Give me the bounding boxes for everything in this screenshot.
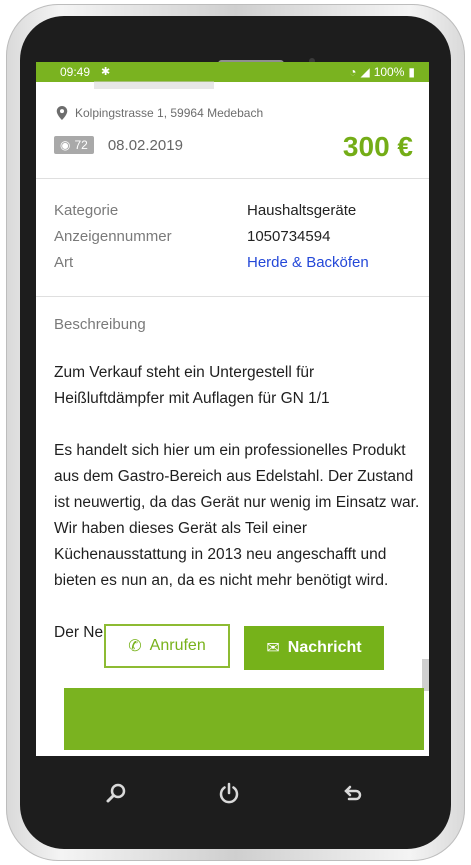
status-right: ◔ ◢ 100% ▮	[349, 65, 415, 79]
message-label: Nachricht	[287, 639, 362, 656]
back-icon[interactable]	[336, 776, 370, 810]
location-text: Kolpingstrasse 1, 59964 Medebach	[75, 106, 264, 120]
eye-icon: ◉	[60, 138, 71, 152]
description-label: Beschreibung	[54, 316, 146, 333]
location-row[interactable]: Kolpingstrasse 1, 59964 Medebach	[56, 106, 263, 120]
bluetooth-icon: ✱	[101, 66, 111, 78]
call-label: Anrufen	[149, 637, 206, 654]
details-key: Anzeigennummer	[54, 228, 172, 245]
details-table: Kategorie Haushaltsgeräte Anzeigennummer…	[54, 202, 414, 280]
details-row[interactable]: Art Herde & Backöfen	[54, 254, 414, 280]
details-row: Kategorie Haushaltsgeräte	[54, 202, 414, 228]
phone-icon: ✆	[128, 638, 142, 655]
listing-date: 08.02.2019	[107, 136, 183, 154]
details-value: 1050734594	[247, 228, 331, 245]
divider-top	[36, 178, 429, 179]
power-icon[interactable]	[212, 776, 246, 810]
views-badge: ◉ 72	[54, 136, 94, 154]
search-icon[interactable]	[99, 776, 133, 810]
details-key: Art	[54, 254, 74, 271]
message-button[interactable]: ✉ Nachricht	[244, 626, 384, 670]
details-value: Haushaltsgeräte	[247, 202, 357, 219]
description-paragraph-2: Es handelt sich hier um ein professionel…	[54, 442, 420, 589]
close-icon[interactable]: ×	[422, 659, 429, 691]
wifi-icon: ◔	[349, 65, 357, 79]
price: 300 €	[342, 131, 413, 162]
status-bar: 09:49 ✱ ◔ ◢ 100% ▮	[36, 62, 429, 82]
divider-middle	[36, 296, 429, 297]
nav-bar	[14, 758, 445, 832]
call-button[interactable]: ✆ Anrufen	[104, 624, 230, 668]
battery-level: 100%	[373, 65, 405, 79]
phone-screen: 09:49 ✱ ◔ ◢ 100% ▮ Kolpingstrasse 1, 599…	[36, 62, 429, 756]
location-pin-icon	[56, 106, 68, 120]
meta-row: ◉ 72 08.02.2019	[54, 136, 183, 154]
category-link[interactable]: Herde & Backöfen	[247, 254, 369, 280]
description-paragraph-1: Zum Verkauf steht ein Untergestell für H…	[54, 364, 330, 407]
views-count: 72	[74, 138, 88, 152]
details-key: Kategorie	[54, 202, 119, 219]
battery-icon: ▮	[408, 65, 415, 79]
details-row: Anzeigennummer 1050734594	[54, 228, 414, 254]
cut-off-title	[94, 81, 214, 89]
bottom-action-bar[interactable]	[64, 688, 424, 750]
signal-icon: ◢	[360, 65, 370, 79]
mail-icon: ✉	[266, 640, 280, 657]
status-time: 09:49	[60, 65, 91, 79]
description-body: Zum Verkauf steht ein Untergestell für H…	[54, 360, 424, 646]
